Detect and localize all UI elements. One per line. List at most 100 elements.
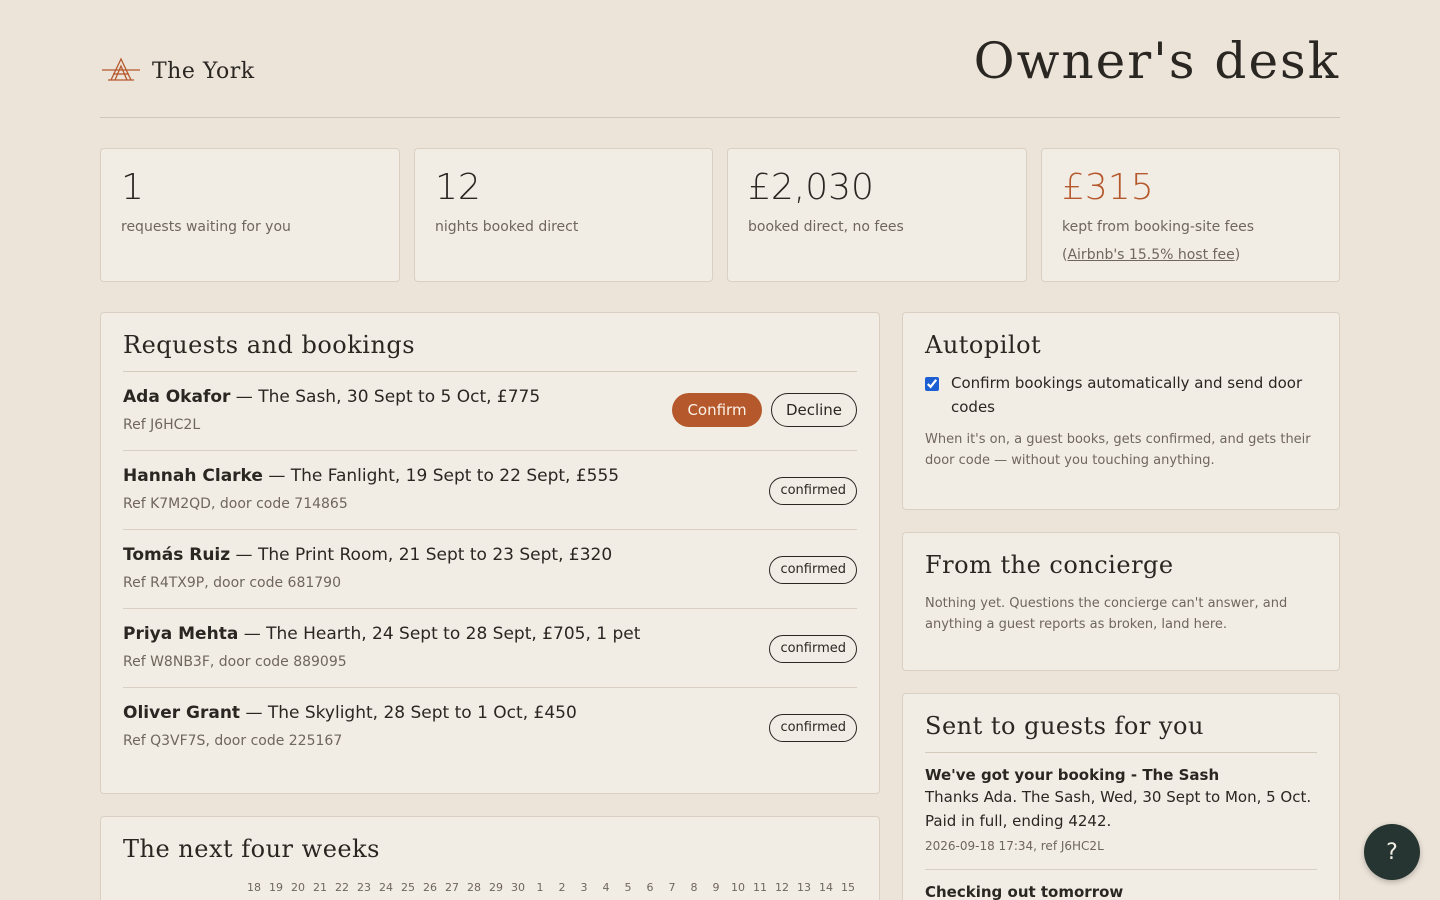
- booking-ref: Ref Q3VF7S, door code 225167: [123, 733, 343, 749]
- brand[interactable]: The York: [100, 50, 255, 92]
- message-meta: 2026-09-18 17:34, ref J6HC2L: [925, 839, 1104, 853]
- requests-card: Requests and bookings Ada Okafor — The S…: [100, 312, 880, 794]
- guest-name: Ada Okafor: [123, 387, 231, 407]
- request-row-ada-okafor: Ada Okafor — The Sash, 30 Sept to 5 Oct,…: [123, 372, 857, 451]
- calendar-day-label: 25: [401, 881, 415, 894]
- message-title: Checking out tomorrow: [925, 883, 1124, 900]
- message-title: We've got your booking - The Sash: [925, 766, 1220, 784]
- guest-name: Oliver Grant: [123, 703, 241, 723]
- autopilot-toggle-row[interactable]: Confirm bookings automatically and send …: [925, 371, 1317, 419]
- sent-message[interactable]: We've got your booking - The Sash Thanks…: [925, 753, 1317, 870]
- calendar-day-label: 28: [467, 881, 481, 894]
- booking-ref: Ref W8NB3F, door code 889095: [123, 654, 347, 670]
- bridge-logo-icon: [102, 57, 140, 81]
- calendar-day-label: 8: [690, 881, 698, 894]
- autopilot-checkbox[interactable]: [925, 377, 939, 391]
- booking-ref: Ref J6HC2L: [123, 417, 201, 433]
- status-badge: confirmed: [769, 635, 857, 663]
- stat-label: requests waiting for you: [121, 219, 291, 235]
- next-four-weeks-title: The next four weeks: [123, 835, 380, 863]
- status-badge: confirmed: [769, 477, 857, 505]
- calendar-day-label: 14: [819, 881, 833, 894]
- stat-booked-direct: £2,030 booked direct, no fees: [727, 148, 1027, 282]
- calendar-day-label: 13: [797, 881, 811, 894]
- stat-label: booked direct, no fees: [748, 219, 904, 235]
- concierge-card: From the concierge Nothing yet. Question…: [902, 532, 1340, 671]
- calendar-day-label: 4: [602, 881, 610, 894]
- request-row-priya-mehta: Priya Mehta — The Hearth, 24 Sept to 28 …: [123, 609, 857, 688]
- brand-name: The York: [152, 58, 255, 84]
- concierge-title: From the concierge: [925, 551, 1174, 579]
- confirm-button[interactable]: Confirm: [672, 393, 762, 427]
- stat-fees-kept: £315 kept from booking-site fees (Airbnb…: [1041, 148, 1340, 282]
- calendar-day-label: 12: [775, 881, 789, 894]
- concierge-description: Nothing yet. Questions the concierge can…: [925, 596, 1288, 632]
- request-row-oliver-grant: Oliver Grant — The Skylight, 28 Sept to …: [123, 688, 857, 767]
- message-body: Thanks Ada. The Sash, Wed, 30 Sept to Mo…: [925, 788, 1312, 830]
- calendar-day-label: 20: [291, 881, 305, 894]
- booking-detail: — The Hearth, 24 Sept to 28 Sept, £705, …: [238, 624, 641, 644]
- stat-requests-waiting: 1 requests waiting for you: [100, 148, 400, 282]
- guest-name: Tomás Ruiz: [123, 545, 231, 565]
- autopilot-card: Autopilot Confirm bookings automatically…: [902, 312, 1340, 510]
- booking-detail: — The Print Room, 21 Sept to 23 Sept, £3…: [230, 545, 613, 565]
- stat-nights-booked: 12 nights booked direct: [414, 148, 713, 282]
- decline-button[interactable]: Decline: [771, 393, 857, 427]
- autopilot-title: Autopilot: [925, 331, 1042, 359]
- stat-value: 12: [435, 167, 481, 208]
- request-summary: Tomás Ruiz — The Print Room, 21 Sept to …: [123, 545, 612, 565]
- page-header: The York Owner's desk: [100, 0, 1340, 118]
- stat-label-suffix: ): [1234, 247, 1241, 263]
- guest-name: Priya Mehta: [123, 624, 239, 644]
- help-button[interactable]: ?: [1364, 824, 1420, 880]
- request-summary: Priya Mehta — The Hearth, 24 Sept to 28 …: [123, 624, 640, 644]
- requests-title: Requests and bookings: [123, 331, 857, 372]
- request-summary: Oliver Grant — The Skylight, 28 Sept to …: [123, 703, 577, 723]
- stat-label: kept from booking-site fees (Airbnb's 15…: [1062, 213, 1319, 269]
- calendar-day-label: 26: [423, 881, 437, 894]
- sent-messages-title: Sent to guests for you: [925, 712, 1317, 753]
- calendar-day-label: 22: [335, 881, 349, 894]
- next-four-weeks-card: The next four weeks 18 19 20 21 22 23 24 25 26 27…: [100, 816, 880, 900]
- booking-ref: Ref K7M2QD, door code 714865: [123, 496, 348, 512]
- guest-name: Hannah Clarke: [123, 466, 263, 486]
- calendar-day-label: 18: [247, 881, 261, 894]
- page-title: Owner's desk: [973, 32, 1340, 90]
- booking-detail: — The Skylight, 28 Sept to 1 Oct, £450: [240, 703, 577, 723]
- sent-message[interactable]: Checking out tomorrow: [925, 870, 1317, 900]
- calendar-day-label: 29: [489, 881, 503, 894]
- request-row-hannah-clarke: Hannah Clarke — The Fanlight, 19 Sept to…: [123, 451, 857, 530]
- calendar-day-label: 27: [445, 881, 459, 894]
- stat-label: nights booked direct: [435, 219, 579, 235]
- stat-value: £2,030: [748, 167, 874, 208]
- calendar-day-label: 1: [536, 881, 544, 894]
- calendar-day-label: 11: [753, 881, 767, 894]
- calendar-day-label: 7: [668, 881, 676, 894]
- calendar-day-label: 15: [841, 881, 855, 894]
- calendar-day-label: 23: [357, 881, 371, 894]
- autopilot-description: When it's on, a guest books, gets confir…: [925, 432, 1311, 468]
- calendar-day-label: 6: [646, 881, 654, 894]
- request-summary: Hannah Clarke — The Fanlight, 19 Sept to…: [123, 466, 619, 486]
- host-fee-link[interactable]: Airbnb's 15.5% host fee: [1067, 247, 1234, 263]
- calendar-day-label: 21: [313, 881, 327, 894]
- sent-messages-card: Sent to guests for you We've got your bo…: [902, 693, 1340, 900]
- request-row-tomas-ruiz: Tomás Ruiz — The Print Room, 21 Sept to …: [123, 530, 857, 609]
- calendar-day-label: 19: [269, 881, 283, 894]
- autopilot-checkbox-label[interactable]: Confirm bookings automatically and send …: [951, 371, 1317, 419]
- booking-ref: Ref R4TX9P, door code 681790: [123, 575, 341, 591]
- status-badge: confirmed: [769, 714, 857, 742]
- calendar-day-label: 24: [379, 881, 393, 894]
- stat-value: £315: [1062, 167, 1154, 208]
- booking-detail: — The Sash, 30 Sept to 5 Oct, £775: [230, 387, 541, 407]
- calendar-day-label: 3: [580, 881, 588, 894]
- calendar-day-header: 18 19 20 21 22 23 24 25 26 27 28 29 30 1 2 3 4 5 6 7 8 9 10 11 1…: [243, 881, 859, 894]
- status-badge: confirmed: [769, 556, 857, 584]
- stat-value: 1: [121, 167, 144, 208]
- calendar-day-label: 5: [624, 881, 632, 894]
- calendar-day-label: 9: [712, 881, 720, 894]
- booking-detail: — The Fanlight, 19 Sept to 22 Sept, £555: [262, 466, 620, 486]
- request-summary: Ada Okafor — The Sash, 30 Sept to 5 Oct,…: [123, 387, 540, 407]
- calendar-day-label: 30: [511, 881, 525, 894]
- calendar-day-label: 10: [731, 881, 745, 894]
